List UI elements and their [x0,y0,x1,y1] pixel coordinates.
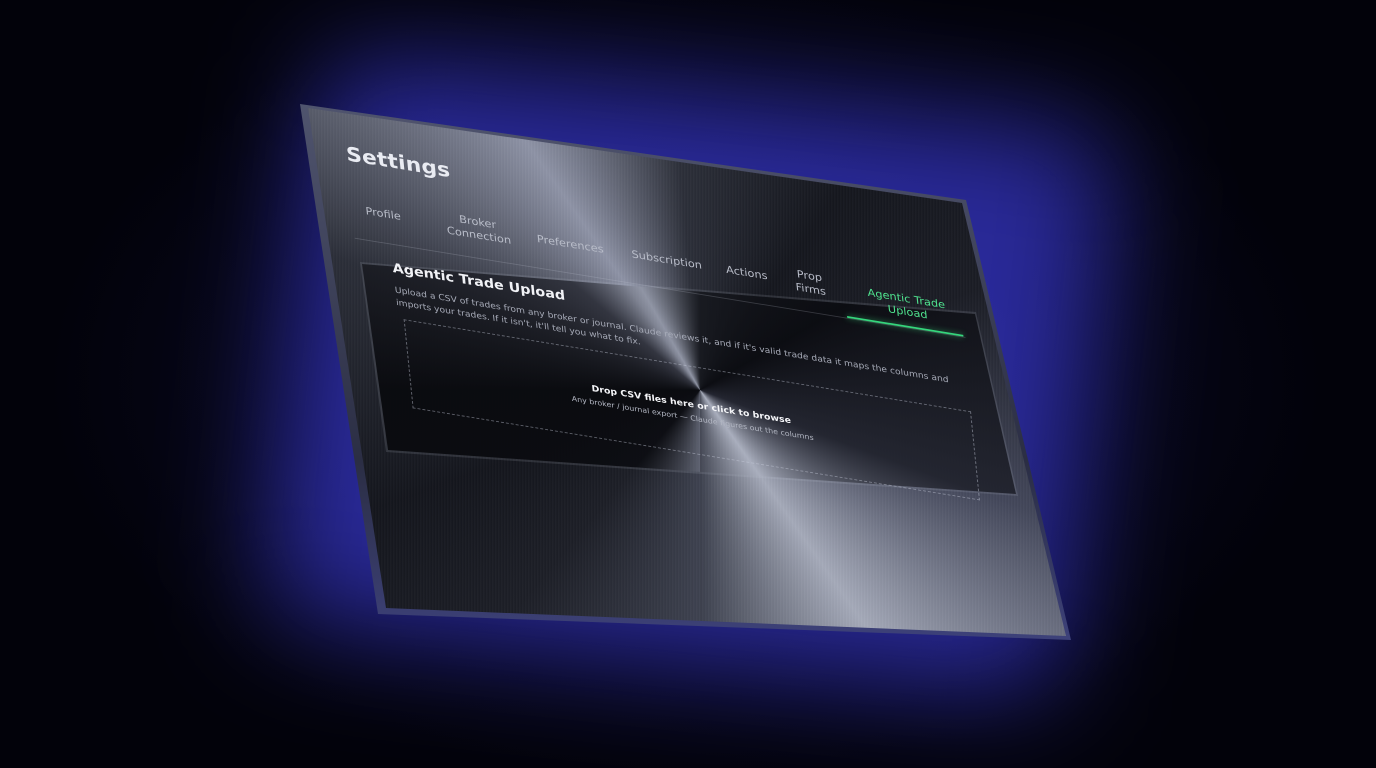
stage: Settings Profile Broker Connection Prefe… [0,0,1376,768]
page-title: Settings [345,143,452,183]
tab-broker-connection[interactable]: Broker Connection [445,210,512,247]
tab-preferences[interactable]: Preferences [536,232,604,256]
tab-prop-firms[interactable]: Prop Firms [794,267,827,299]
tab-actions[interactable]: Actions [725,263,768,283]
tab-subscription[interactable]: Subscription [631,248,703,273]
tab-profile[interactable]: Profile [365,204,402,223]
